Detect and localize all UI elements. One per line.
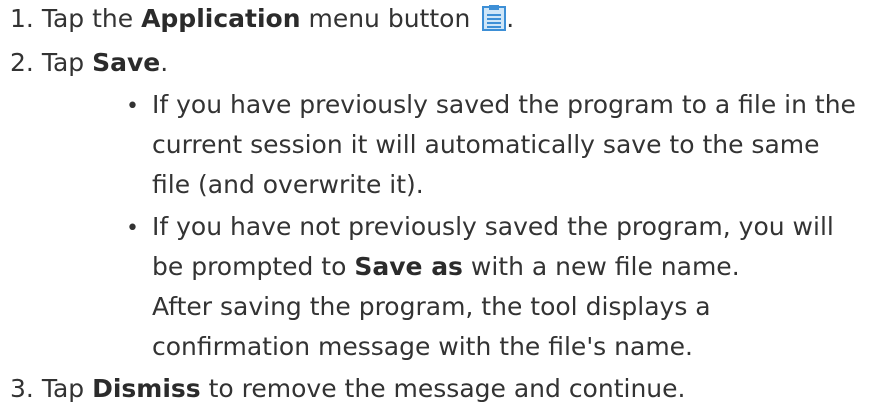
step-text: Tap the — [41, 4, 142, 33]
step-1: 1. Tap the Application menu button . — [10, 2, 514, 36]
bullet-2-line-1: If you have not previously saved the pro… — [152, 212, 834, 241]
bullet-1-line-3: file (and overwrite it). — [152, 170, 424, 199]
bullet-1-line-1: If you have previously saved the program… — [152, 90, 856, 119]
step-text: Tap — [41, 48, 93, 77]
step-2: 2. Tap Save. — [10, 46, 168, 80]
bullet-marker: • — [126, 216, 139, 241]
bullet-2-line-2: be prompted to Save as with a new file n… — [152, 250, 740, 284]
step-text: menu button — [300, 4, 471, 33]
step-text: Tap — [41, 374, 93, 403]
step-3: 3. Tap Dismiss to remove the message and… — [10, 372, 685, 406]
bullet-2-line-4: confirmation message with the file's nam… — [152, 332, 694, 361]
step-text: to remove the message and continue. — [200, 374, 686, 403]
step-bold-term: Application — [141, 4, 301, 33]
bullet-text: with a new file name. — [462, 252, 740, 281]
step-text: . — [160, 48, 169, 77]
step-number: 3. — [10, 374, 34, 403]
bullet-marker: • — [126, 94, 139, 119]
bullet-1-line-2: current session it will automatically sa… — [152, 130, 820, 159]
step-number: 2. — [10, 48, 34, 77]
step-number: 1. — [10, 4, 34, 33]
bullet-2-line-3: After saving the program, the tool displ… — [152, 292, 711, 321]
bullet-text: be prompted to — [152, 252, 355, 281]
step-bold-term: Save — [92, 48, 161, 77]
application-menu-icon — [482, 5, 507, 31]
step-text: . — [506, 4, 515, 33]
bullet-bold-term: Save as — [354, 252, 463, 281]
step-bold-term: Dismiss — [92, 374, 201, 403]
